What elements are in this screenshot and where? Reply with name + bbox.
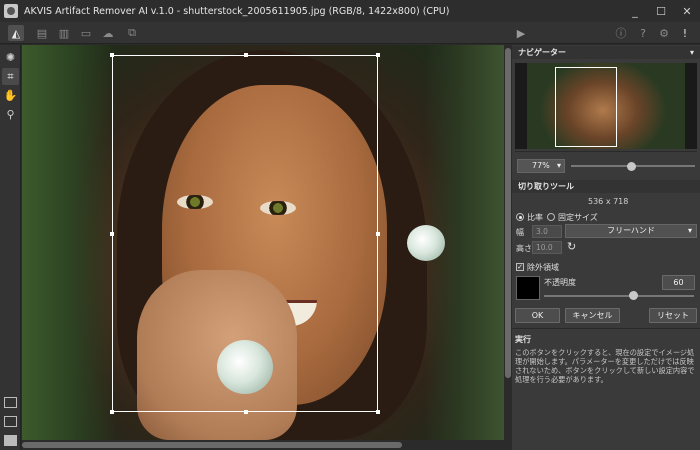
width-field[interactable]: 3.0 xyxy=(532,225,562,238)
single-view-icon[interactable] xyxy=(4,397,17,408)
crop-handle-b[interactable] xyxy=(244,410,248,414)
settings-icon[interactable]: ⚙ xyxy=(656,25,672,41)
fixed-size-radio[interactable] xyxy=(547,213,555,221)
reset-button[interactable]: リセット xyxy=(649,308,697,323)
collapse-icon[interactable]: ▾ xyxy=(690,46,694,59)
shade-color-swatch[interactable] xyxy=(516,276,540,300)
crop-frame[interactable] xyxy=(110,53,380,414)
opacity-label: 不透明度 xyxy=(544,278,576,287)
vertical-scrollbar[interactable] xyxy=(504,45,512,440)
zoom-slider-knob[interactable] xyxy=(627,162,636,171)
info-text: このボタンをクリックすると、現在の設定でイメージ処理が開始します。パラメーターを… xyxy=(515,348,695,384)
cancel-button[interactable]: キャンセル xyxy=(565,308,620,323)
crop-handle-br[interactable] xyxy=(376,410,380,414)
scroll-thumb[interactable] xyxy=(505,48,511,378)
remove-tool-icon[interactable]: ✺ xyxy=(2,49,19,66)
ratio-label: 比率 xyxy=(527,213,543,222)
image-canvas[interactable] xyxy=(22,45,504,440)
minimize-button[interactable]: _ xyxy=(622,0,648,22)
mode-icon[interactable]: ◭ xyxy=(8,25,24,41)
crop-size-readout: 536 x 718 xyxy=(588,197,629,206)
exclude-area-label: 除外領域 xyxy=(527,263,559,272)
print-icon[interactable]: ▭ xyxy=(78,25,94,41)
split-view-icon[interactable] xyxy=(4,416,17,427)
share-icon[interactable]: ☁ xyxy=(100,25,116,41)
opacity-slider-knob[interactable] xyxy=(629,291,638,300)
run-icon[interactable]: ▶ xyxy=(513,25,529,41)
ok-button[interactable]: OK xyxy=(515,308,560,323)
crop-tool-header: 切り取りツール xyxy=(512,180,700,193)
divider xyxy=(512,328,700,329)
tool-panel: ✺ ⌗ ✋ ⚲ xyxy=(0,45,21,450)
ratio-dropdown-value: フリーハンド xyxy=(607,226,655,235)
close-button[interactable]: ✕ xyxy=(674,0,700,22)
exclude-area-checkbox[interactable]: ✓ xyxy=(516,263,524,271)
height-label: 高さ xyxy=(516,244,532,253)
open-icon[interactable]: ▤ xyxy=(34,25,50,41)
ratio-radio[interactable] xyxy=(516,213,524,221)
zoom-value: 77% xyxy=(532,161,550,170)
horizontal-scrollbar[interactable] xyxy=(22,440,504,450)
info-title: 実行 xyxy=(515,335,531,344)
navigator-viewport-frame[interactable] xyxy=(555,67,617,147)
navigator-title: ナビゲーター xyxy=(518,48,566,57)
crop-tool-icon[interactable]: ⌗ xyxy=(2,68,19,85)
crop-handle-bl[interactable] xyxy=(110,410,114,414)
toolbar: ◭ ▤ ▥ ▭ ☁ ⧉ ▶ ⓘ ? ⚙ ! xyxy=(0,22,700,44)
fixed-size-label: 固定サイズ xyxy=(558,213,598,222)
zoom-row: 77% ▾ xyxy=(515,159,697,173)
help-icon[interactable]: ? xyxy=(635,25,651,41)
title-bar: AKVIS Artifact Remover AI v.1.0 - shutte… xyxy=(0,0,700,22)
opacity-slider-track[interactable] xyxy=(544,295,694,297)
save-icon[interactable]: ▥ xyxy=(56,25,72,41)
zoom-select[interactable]: 77% ▾ xyxy=(517,159,565,173)
swap-orientation-icon[interactable]: ↻ xyxy=(567,240,576,253)
height-field[interactable]: 10.0 xyxy=(532,241,562,254)
window-title: AKVIS Artifact Remover AI v.1.0 - shutte… xyxy=(24,5,450,17)
settings-panel: ナビゲーター ▾ 77% ▾ 切り取りツール 536 x 718 比率 固定サイ… xyxy=(512,45,700,450)
scroll-thumb[interactable] xyxy=(22,442,402,448)
ratio-dropdown[interactable]: フリーハンド ▾ xyxy=(565,224,697,238)
hand-tool-icon[interactable]: ✋ xyxy=(2,87,19,104)
window-controls: _ ☐ ✕ xyxy=(622,0,700,22)
divider xyxy=(515,151,697,152)
maximize-button[interactable]: ☐ xyxy=(648,0,674,22)
batch-icon[interactable]: ⧉ xyxy=(124,25,140,41)
crop-handle-l[interactable] xyxy=(110,232,114,236)
earring-shape xyxy=(407,225,445,261)
chevron-down-icon: ▾ xyxy=(687,226,692,235)
crop-handle-r[interactable] xyxy=(376,232,380,236)
background-color-icon[interactable] xyxy=(4,435,17,446)
navigator-header[interactable]: ナビゲーター ▾ xyxy=(512,46,700,59)
chevron-down-icon: ▾ xyxy=(556,161,561,170)
crop-handle-t[interactable] xyxy=(244,53,248,57)
app-logo-icon xyxy=(4,4,18,18)
crop-handle-tr[interactable] xyxy=(376,53,380,57)
info-icon[interactable]: ⓘ xyxy=(613,25,629,41)
crop-handle-tl[interactable] xyxy=(110,53,114,57)
navigator-preview[interactable] xyxy=(515,63,697,149)
alert-icon[interactable]: ! xyxy=(677,25,693,41)
background-foliage xyxy=(22,45,117,440)
zoom-tool-icon[interactable]: ⚲ xyxy=(2,106,19,123)
opacity-value[interactable]: 60 xyxy=(662,275,695,290)
width-label: 幅 xyxy=(516,228,524,237)
